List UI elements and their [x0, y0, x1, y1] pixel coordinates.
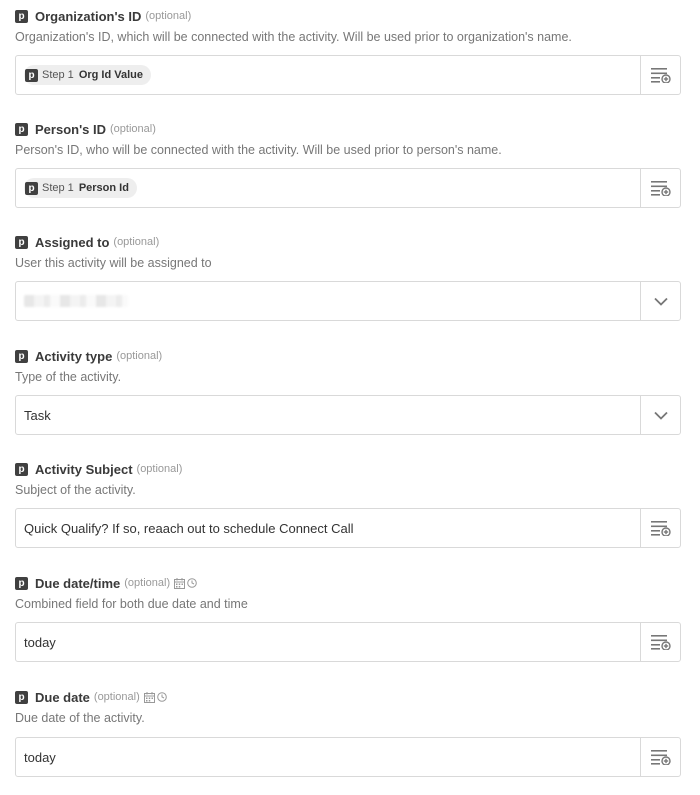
list-plus-icon [650, 521, 671, 536]
optional-tag: (optional) [116, 350, 163, 362]
optional-tag: (optional) [110, 123, 156, 135]
due-date-time-input[interactable]: today [15, 622, 681, 662]
organization-id-input[interactable]: p Step 1 Org Id Value [15, 55, 681, 95]
field-due-date-time: p Due date/time (optional) Combined fiel… [15, 573, 681, 662]
field-options-button[interactable] [640, 623, 680, 661]
mapped-value-pill[interactable]: p Step 1 Person Id [24, 178, 137, 198]
pill-value: Person Id [78, 182, 129, 194]
list-plus-icon [650, 181, 671, 196]
pipedrive-app-icon: p [15, 462, 28, 476]
dropdown-toggle[interactable] [640, 396, 680, 434]
field-options-button[interactable] [640, 509, 680, 547]
activity-type-select[interactable]: Task [15, 395, 681, 435]
optional-tag: (optional) [145, 10, 192, 22]
field-description: Person's ID, who will be connected with … [15, 143, 502, 157]
field-description: Due date of the activity. [15, 711, 145, 725]
activity-subject-input[interactable]: Quick Qualify? If so, reaach out to sche… [15, 508, 681, 548]
dropdown-toggle[interactable] [640, 282, 680, 320]
field-label: Organization's ID [35, 8, 142, 24]
optional-tag: (optional) [136, 463, 183, 475]
field-label: Person's ID [35, 121, 107, 137]
field-label: Activity Subject [35, 461, 133, 477]
field-label: Activity type [35, 348, 113, 364]
pipedrive-app-icon: p [15, 122, 28, 136]
field-description: Combined field for both due date and tim… [15, 597, 248, 611]
pipedrive-app-icon: p [25, 68, 38, 82]
optional-tag: (optional) [113, 236, 160, 248]
due-date-input[interactable]: today [15, 737, 681, 777]
pill-value: Org Id Value [78, 69, 143, 81]
field-activity-subject: p Activity Subject (optional) Subject of… [15, 459, 681, 548]
field-description: User this activity will be assigned to [15, 256, 212, 270]
field-label: Due date/time [35, 575, 121, 591]
field-person-id: p Person's ID (optional) Person's ID, wh… [15, 119, 681, 208]
field-label: Due date [35, 689, 90, 705]
optional-tag: (optional) [124, 577, 171, 589]
person-id-input[interactable]: p Step 1 Person Id [15, 168, 681, 208]
pipedrive-app-icon: p [25, 181, 38, 195]
pill-step: Step 1 [42, 182, 74, 194]
input-value: today [24, 749, 56, 765]
calendar-icon [143, 691, 155, 703]
selected-value: Task [24, 407, 51, 423]
pipedrive-app-icon: p [15, 235, 28, 249]
field-options-button[interactable] [640, 738, 680, 776]
field-description: Organization's ID, which will be connect… [15, 30, 572, 44]
assigned-to-select[interactable] [15, 281, 681, 321]
optional-tag: (optional) [93, 691, 140, 703]
pipedrive-app-icon: p [15, 9, 28, 23]
pipedrive-app-icon: p [15, 690, 28, 704]
field-assigned-to: p Assigned to (optional) User this activ… [15, 232, 681, 321]
clock-icon [156, 692, 167, 702]
field-due-date: p Due date (optional) Due date of the ac… [15, 687, 681, 777]
pipedrive-app-icon: p [15, 576, 28, 590]
list-plus-icon [650, 68, 671, 83]
calendar-icon [174, 577, 186, 589]
redacted-user-value [24, 295, 128, 307]
list-plus-icon [650, 635, 671, 650]
field-activity-type: p Activity type (optional) Type of the a… [15, 346, 681, 435]
field-organization-id: p Organization's ID (optional) Organizat… [15, 6, 681, 95]
mapped-value-pill[interactable]: p Step 1 Org Id Value [24, 65, 151, 85]
field-options-button[interactable] [640, 56, 680, 94]
chevron-down-icon [653, 411, 668, 420]
input-value: today [24, 634, 56, 650]
list-plus-icon [650, 750, 671, 765]
pipedrive-app-icon: p [15, 349, 28, 363]
field-description: Type of the activity. [15, 370, 122, 384]
clock-icon [187, 578, 197, 588]
chevron-down-icon [653, 297, 668, 306]
pill-step: Step 1 [42, 69, 74, 81]
field-description: Subject of the activity. [15, 483, 136, 497]
field-options-button[interactable] [640, 169, 680, 207]
field-label: Assigned to [35, 234, 110, 250]
input-value: Quick Qualify? If so, reaach out to sche… [24, 520, 354, 536]
